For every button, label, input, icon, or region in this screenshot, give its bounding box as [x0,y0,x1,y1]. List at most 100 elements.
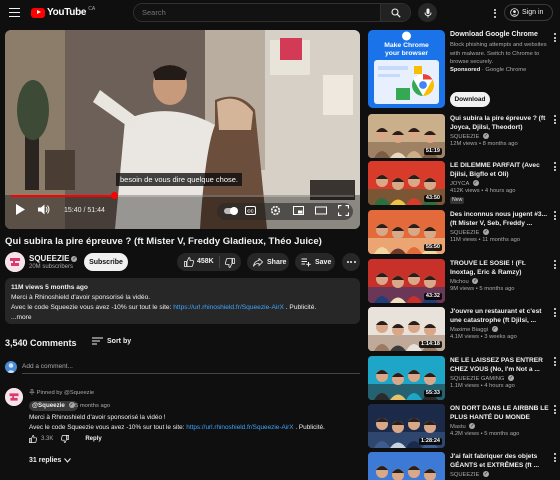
more-actions-button[interactable] [342,253,360,271]
voice-search-button[interactable] [418,3,437,22]
ad-menu-icon[interactable] [554,33,556,42]
comment-link[interactable]: https://url.rhinoshield.fr/Squeezie-AirX [186,424,293,431]
recommended-thumbnail[interactable]: 1:28:24 [368,404,445,448]
time-display: 15:40 / 51:44 [64,207,105,214]
save-button[interactable]: Save [295,253,335,271]
comment-author-avatar[interactable] [5,388,23,406]
recommended-thumbnail[interactable]: 55:33 [368,356,445,400]
channel-verified-icon: ✓ [469,423,476,429]
add-comment-input[interactable]: Add a comment... [22,363,360,374]
recommended-menu-icon[interactable] [554,162,556,171]
pin-icon [29,389,35,395]
comment-line-1: Merci à Rhinoshield d'avoir sponsorisé l… [29,414,166,421]
recommended-thumbnail[interactable]: 43:32 [368,259,445,303]
view-replies-button[interactable]: 31 replies [29,457,72,464]
description-promo-suffix: . Publicité. [283,304,317,311]
comment-text: Merci à Rhinoshield d'avoir sponsorisé l… [29,413,325,432]
recommended-menu-icon[interactable] [554,211,556,220]
sign-in-label: Sign in [522,9,544,16]
reply-button[interactable]: Reply [85,436,101,442]
recommended-thumbnail[interactable] [368,452,445,480]
comment-time[interactable]: 5 months ago [75,403,110,409]
sponsored-ad[interactable]: Make Chrome your browser Download Google… [368,30,558,112]
settings-button[interactable] [270,205,281,216]
recommended-title[interactable]: Des inconnus nous jugent #3... (ft Miste… [450,210,550,228]
channel-name[interactable]: SQUEEZIE ✓ [29,254,78,263]
description-link[interactable]: https://url.rhinoshield.fr/Squeezie-AirX [173,304,284,311]
progress-bar[interactable] [11,192,354,199]
description-box[interactable]: 11M views 5 months ago Merci à Rhinoshie… [5,278,360,324]
show-more-link[interactable]: ...more [11,313,354,323]
theater-mode-button[interactable] [315,206,327,215]
recommended-channel[interactable]: SQUEEZIE ✓ [450,229,489,236]
recommended-title[interactable]: J'ai fait fabriquer des objets GÉANTS et… [450,452,550,470]
recommended-channel[interactable]: JOYCA ✓ [450,180,479,187]
recommended-title[interactable]: LE DILEMME PARFAIT (Avec Djilsi, Bigflo … [450,161,550,179]
play-button[interactable] [16,204,25,215]
recommended-thumbnail[interactable]: 51:19 [368,114,445,158]
recommended-video[interactable]: 43:50 LE DILEMME PARFAIT (Avec Djilsi, Bi… [368,161,558,205]
recommended-channel[interactable]: SQUEEZIE GAMING ✓ [450,375,515,382]
recommended-menu-icon[interactable] [554,357,556,366]
fullscreen-button[interactable] [338,205,349,216]
youtube-logo[interactable]: YouTube CA [31,6,95,18]
recommended-video[interactable]: 55:33 NE LE LAISSEZ PAS ENTRER CHEZ VOUS … [368,356,558,400]
recommended-title[interactable]: NE LE LAISSEZ PAS ENTRER CHEZ VOUS (No, … [450,356,550,374]
dislike-button[interactable] [225,258,235,270]
menu-icon[interactable] [9,8,20,17]
recommended-video[interactable]: 43:32 TROUVE LE SOSIE ! (Ft. Inoxtag, Eri… [368,259,558,303]
author-verified-icon: ✓ [68,402,75,408]
comment-promo-suffix: . Publicité. [293,423,325,431]
like-button[interactable] [184,257,194,269]
recommended-menu-icon[interactable] [554,405,556,414]
settings-menu-icon[interactable] [490,6,500,20]
recommended-thumbnail[interactable]: 43:50 [368,161,445,205]
recommended-channel[interactable]: SQUEEZIE ✓ [450,133,489,140]
recommended-title[interactable]: Qui subira la pire épreuve ? (ft Joyca, … [450,114,550,132]
recommended-meta: 4.2M views • 5 months ago [450,431,520,437]
recommended-title[interactable]: J'ouvre un restaurant et c'est une catas… [450,307,550,325]
pinned-label: Pinned by @Squeezie [29,389,94,396]
sign-in-button[interactable]: Sign in [504,4,553,21]
comment-like-icon[interactable] [29,435,37,443]
miniplayer-button[interactable] [293,206,304,215]
recommended-video[interactable]: 1:28:24 ON DORT DANS LE AIRBNB LE PLUS HA… [368,404,558,448]
search-box [133,3,411,22]
recommended-menu-icon[interactable] [554,115,556,124]
recommended-channel[interactable]: Michou ✓ [450,278,479,285]
ad-thumbnail[interactable]: Make Chrome your browser [368,30,445,108]
recommended-video[interactable]: 1:14:18 J'ouvre un restaurant et c'est un… [368,307,558,351]
recommended-thumbnail[interactable]: 55:50 [368,210,445,254]
recommended-menu-icon[interactable] [554,453,556,462]
channel-verified-icon: ✓ [491,326,498,332]
ad-title[interactable]: Download Google Chrome [450,31,538,38]
comment-author[interactable]: @Squeezie ✓ [29,401,78,411]
account-icon [510,8,519,17]
recommended-thumbnail[interactable]: 1:14:18 [368,307,445,351]
recommended-title[interactable]: ON DORT DANS LE AIRBNB LE PLUS HANTÉ DU … [450,404,550,422]
autoplay-toggle[interactable] [224,207,238,215]
subscribe-button[interactable]: Subscribe [84,253,128,271]
recommended-menu-icon[interactable] [554,260,556,269]
recommended-menu-icon[interactable] [554,308,556,317]
recommended-video[interactable]: 55:50 Des inconnus nous jugent #3... (ft … [368,210,558,254]
share-button[interactable]: Share [247,253,289,271]
thumbs-up-icon [184,257,194,267]
recommended-channel[interactable]: Mastu ✓ [450,423,476,430]
search-button[interactable] [380,4,410,21]
ad-download-button[interactable]: Download [450,92,490,107]
recommended-channel[interactable]: SQUEEZIE ✓ [450,471,489,478]
channel-avatar[interactable] [5,252,25,272]
sort-comments-button[interactable]: Sort by [92,337,131,345]
recommended-video[interactable]: 51:19 Qui subira la pire épreuve ? (ft Jo… [368,114,558,158]
subtitles-button[interactable]: CC [245,206,256,215]
recommended-title[interactable]: TROUVE LE SOSIE ! (Ft. Inoxtag, Eric & R… [450,259,550,277]
comment-promo-text: Avec le code Squeezie vous avez -10% sur… [29,423,187,431]
recommended-video[interactable]: J'ai fait fabriquer des objets GÉANTS et… [368,452,558,480]
recommended-channel[interactable]: Maxime Biaggi ✓ [450,326,498,333]
video-player[interactable]: besoin de vous dire quelque chose. 15:40… [5,30,360,229]
volume-button[interactable] [38,204,50,215]
comment-dislike-icon[interactable] [61,435,70,443]
search-input[interactable] [134,4,380,21]
recommended-meta: 4.1M views • 3 weeks ago [450,334,517,340]
